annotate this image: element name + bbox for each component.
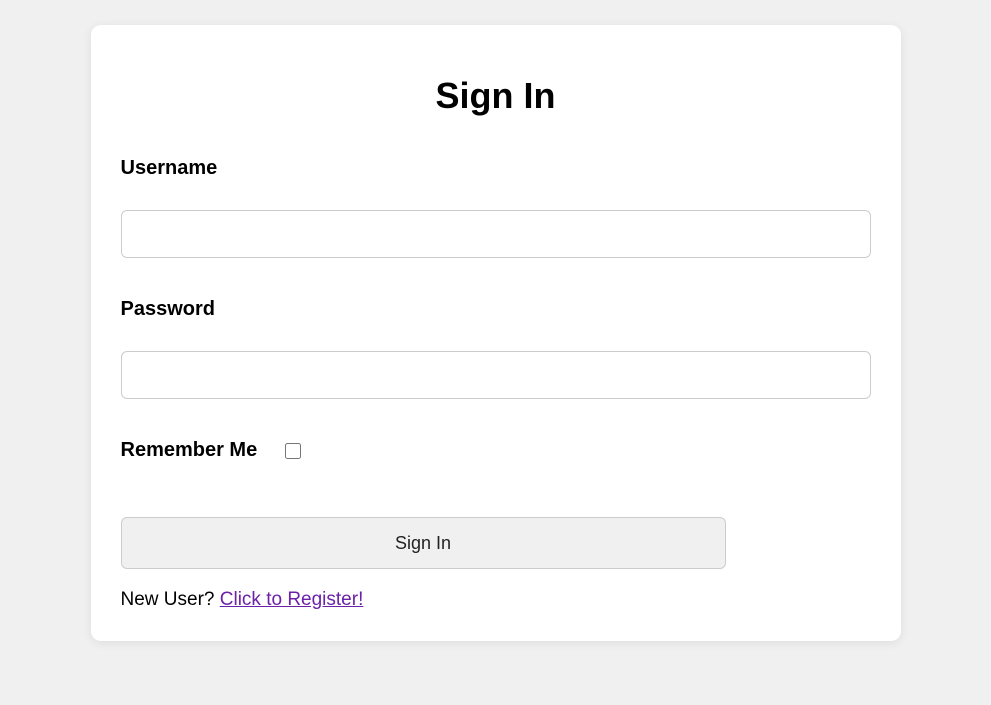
- username-input[interactable]: [121, 210, 871, 258]
- register-link[interactable]: Click to Register!: [220, 589, 364, 610]
- remember-row: Remember Me: [121, 439, 871, 462]
- footer-text: New User? Click to Register!: [121, 589, 871, 611]
- username-group: Username: [121, 157, 871, 258]
- signin-card: Sign In Username Password Remember Me Si…: [91, 25, 901, 641]
- new-user-text: New User?: [121, 589, 220, 610]
- password-label: Password: [121, 298, 871, 321]
- password-input[interactable]: [121, 351, 871, 399]
- username-label: Username: [121, 157, 871, 180]
- remember-label: Remember Me: [121, 439, 258, 462]
- remember-checkbox[interactable]: [285, 443, 301, 459]
- signin-button[interactable]: Sign In: [121, 517, 726, 569]
- password-group: Password: [121, 298, 871, 399]
- page-title: Sign In: [121, 75, 871, 117]
